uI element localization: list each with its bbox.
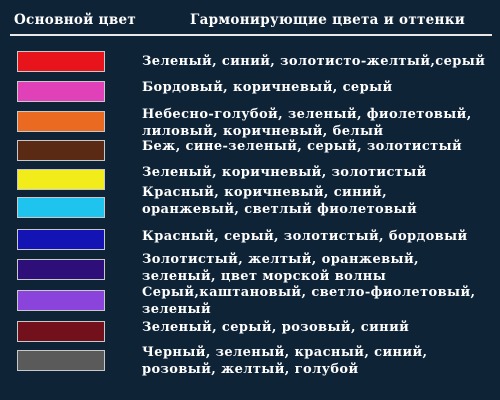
- harmonizing-colors-column-header: Гармонирующие цвета и оттенки: [190, 12, 466, 28]
- color-swatch: [17, 229, 105, 250]
- color-swatch: [17, 350, 105, 371]
- color-swatch: [17, 51, 105, 72]
- harmonizing-colors-text: Небесно-голубой, зеленый, фиолетовый, ли…: [142, 106, 492, 140]
- color-swatch: [17, 321, 105, 342]
- harmonizing-colors-line: Бордовый, коричневый, серый: [142, 80, 393, 95]
- harmonizing-colors-line: Черный, зеленый, красный, синий,: [142, 345, 428, 360]
- color-swatch: [17, 259, 105, 280]
- harmonizing-colors-line: Серый,каштановый, светло-фиолетовый,: [142, 285, 476, 300]
- harmonizing-colors-text: Черный, зеленый, красный, синий, розовый…: [142, 344, 492, 378]
- header-divider: [10, 34, 492, 36]
- harmonizing-colors-text: Красный, серый, золотистый, бордовый: [142, 228, 492, 245]
- harmonizing-colors-text: Зеленый, синий, золотисто-желтый,серый: [142, 53, 492, 70]
- harmonizing-colors-line: Беж, сине-зеленый, серый, золотистый: [142, 139, 463, 154]
- harmonizing-colors-line: Зеленый, коричневый, золотистый: [142, 165, 427, 180]
- primary-color-column-header: Основной цвет: [14, 12, 137, 28]
- harmonizing-colors-line: зеленый: [142, 302, 211, 317]
- harmonizing-colors-line: оранжевый, светлый фиолетовый: [142, 202, 418, 217]
- color-swatch: [17, 197, 105, 218]
- table-header: Основной цвет Гармонирующие цвета и отте…: [0, 0, 500, 36]
- harmonizing-colors-line: Красный, коричневый, синий,: [142, 185, 388, 200]
- harmonizing-colors-text: Бордовый, коричневый, серый: [142, 79, 492, 96]
- harmonizing-colors-text: Зеленый, серый, розовый, синий: [142, 319, 492, 336]
- harmonizing-colors-line: Зеленый, синий, золотисто-желтый,серый: [142, 54, 486, 69]
- color-swatch: [17, 290, 105, 311]
- harmonizing-colors-text: Беж, сине-зеленый, серый, золотистый: [142, 138, 492, 155]
- harmonizing-colors-line: Красный, серый, золотистый, бордовый: [142, 229, 468, 244]
- harmonizing-colors-text: Золотистый, желтый, оранжевый, зеленый, …: [142, 251, 492, 285]
- harmonizing-colors-line: Золотистый, желтый, оранжевый,: [142, 252, 419, 267]
- harmonizing-colors-line: розовый, желтый, голубой: [142, 362, 359, 377]
- harmonizing-colors-line: Небесно-голубой, зеленый, фиолетовый,: [142, 107, 472, 122]
- harmonizing-colors-text: Серый,каштановый, светло-фиолетовый, зел…: [142, 284, 492, 318]
- harmonizing-colors-line: Зеленый, серый, розовый, синий: [142, 320, 410, 335]
- color-swatch: [17, 140, 105, 161]
- harmonizing-colors-text: Зеленый, коричневый, золотистый: [142, 164, 492, 181]
- harmonizing-colors-text: Красный, коричневый, синий, оранжевый, с…: [142, 184, 492, 218]
- color-swatch: [17, 169, 105, 190]
- color-swatch: [17, 81, 105, 102]
- harmonizing-colors-line: зеленый, цвет морской волны: [142, 269, 387, 284]
- color-swatch: [17, 111, 105, 132]
